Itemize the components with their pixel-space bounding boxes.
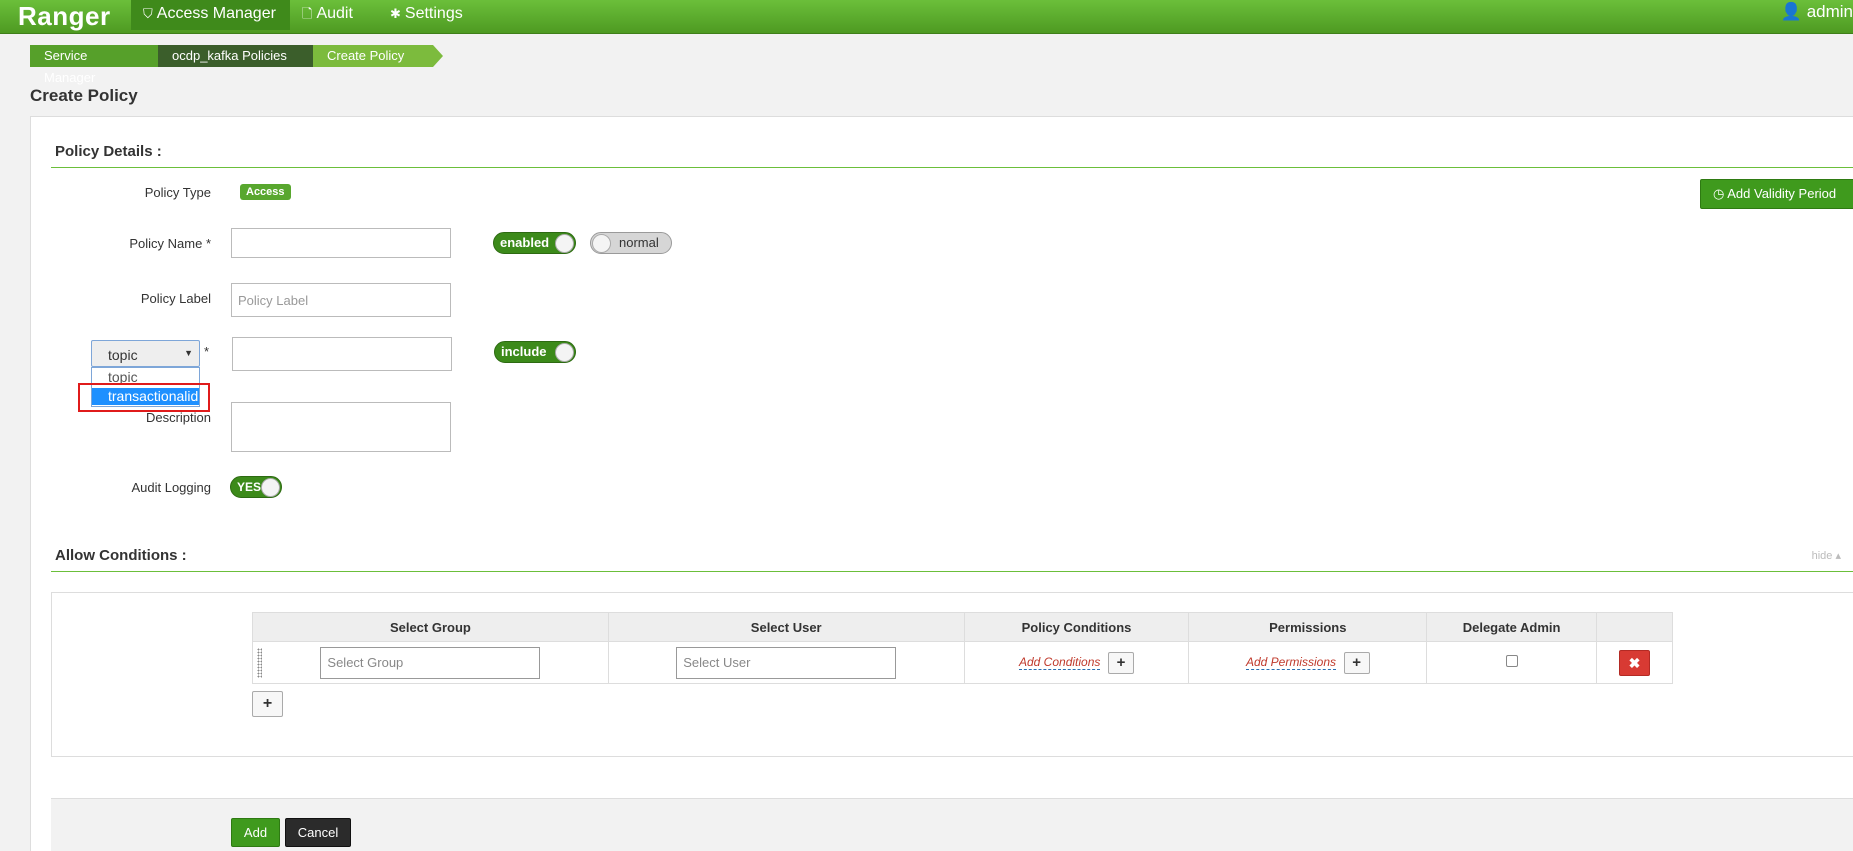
user-menu[interactable]: 👤 admin — [1781, 2, 1853, 22]
page-title: Create Policy — [30, 86, 138, 105]
dropdown-arrow-icon: ▼ — [184, 348, 193, 358]
delegate-admin-checkbox[interactable] — [1505, 655, 1518, 667]
file-icon: 🗋 — [302, 6, 313, 21]
column-header: Permissions — [1188, 612, 1428, 642]
hide-link[interactable]: hide ▴ — [1812, 549, 1841, 562]
shield-icon: ⛉ — [143, 6, 153, 21]
nav-settings[interactable]: ✱ Settings — [378, 0, 475, 30]
top-navbar: Ranger ⛉ Access Manager 🗋 Audit ✱ Settings … — [0, 0, 1853, 34]
include-toggle[interactable]: include — [494, 341, 576, 363]
nav-access-manager[interactable]: ⛉ Access Manager — [131, 0, 290, 30]
section-divider — [51, 167, 1853, 168]
gear-icon: ✱ — [390, 6, 401, 21]
column-header-actions — [1596, 612, 1673, 642]
brand-logo[interactable]: Ranger — [18, 1, 111, 32]
policy-label-label: Policy Label — [140, 291, 211, 306]
add-button[interactable]: Add — [231, 818, 280, 847]
audit-logging-toggle[interactable]: YES — [230, 476, 282, 498]
resource-type-select[interactable]: topic ▼ — [91, 340, 200, 367]
breadcrumb-policies[interactable]: ocdp_kafka Policies — [158, 45, 323, 67]
toggle-knob — [555, 234, 574, 253]
toggle-knob — [555, 343, 574, 362]
column-header: Policy Conditions — [963, 612, 1190, 642]
toggle-knob — [261, 478, 280, 497]
allow-conditions-heading: Allow Conditions : — [55, 547, 187, 564]
user-icon: 👤 — [1780, 2, 1802, 21]
table-row: Select Group Select User Add Conditions … — [252, 641, 1673, 684]
description-label: Description — [145, 410, 211, 425]
resource-value-input[interactable] — [232, 337, 452, 371]
add-permissions-link[interactable]: Add Permissions — [1245, 654, 1336, 670]
policy-type-label: Policy Type — [144, 185, 211, 200]
policy-details-heading: Policy Details : — [55, 143, 162, 160]
policy-type-badge: Access — [240, 184, 291, 200]
toggle-knob — [592, 234, 611, 253]
section-divider — [51, 571, 1853, 572]
add-row-button[interactable]: + — [252, 691, 283, 717]
select-user-input[interactable]: Select User — [676, 646, 897, 679]
column-header: Delegate Admin — [1426, 612, 1598, 642]
policy-name-label: Policy Name * — [129, 236, 211, 251]
allow-conditions-table: Select Group Select User Policy Conditio… — [252, 612, 1673, 684]
policy-name-input[interactable] — [231, 228, 451, 258]
add-conditions-link[interactable]: Add Conditions — [1019, 654, 1101, 670]
breadcrumb-service-manager[interactable]: Service Manager — [30, 45, 168, 85]
description-textarea[interactable] — [231, 402, 451, 452]
nav-audit[interactable]: 🗋 Audit — [290, 0, 365, 30]
column-header: Select Group — [252, 612, 609, 642]
policy-label-input[interactable]: Policy Label — [231, 283, 451, 317]
select-group-input[interactable]: Select Group — [320, 646, 541, 679]
breadcrumb-create-policy: Create Policy — [313, 45, 443, 67]
highlight-box — [78, 383, 210, 412]
normal-toggle[interactable]: normal — [590, 232, 672, 254]
drag-handle[interactable] — [257, 648, 262, 678]
add-conditions-button[interactable]: + — [1108, 651, 1135, 674]
clock-icon: ◷ — [1713, 186, 1725, 201]
delete-row-button[interactable]: ✖ — [1619, 649, 1651, 676]
cancel-button[interactable]: Cancel — [285, 818, 351, 847]
add-validity-period-button[interactable]: ◷ Add Validity Period — [1700, 179, 1853, 209]
enabled-toggle[interactable]: enabled — [493, 232, 576, 254]
audit-logging-label: Audit Logging — [131, 480, 211, 495]
close-icon: ✖ — [1628, 654, 1641, 671]
column-header: Select User — [607, 612, 965, 642]
add-permissions-button[interactable]: + — [1343, 651, 1370, 674]
required-marker: * — [204, 344, 210, 359]
